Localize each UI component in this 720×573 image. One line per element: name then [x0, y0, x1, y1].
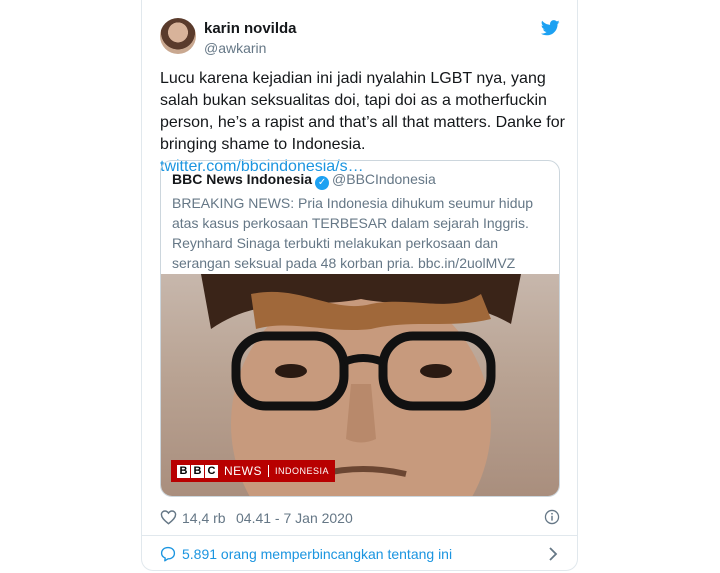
tweet-actions: 14,4 rb 04.41 - 7 Jan 2020 [160, 508, 560, 528]
quoted-media-image[interactable]: B B C NEWS INDONESIA [161, 274, 559, 496]
verified-badge-icon: ✓ [315, 176, 330, 190]
tweet-timestamp[interactable]: 04.41 - 7 Jan 2020 [236, 510, 353, 526]
quoted-text: BREAKING NEWS: Pria Indonesia dihukum se… [172, 195, 534, 271]
heart-icon[interactable] [160, 509, 177, 525]
author-handle[interactable]: @awkarin [204, 40, 266, 56]
speech-bubble-icon [160, 546, 176, 562]
bbc-news-label: NEWS [224, 464, 262, 478]
twitter-bird-icon[interactable] [541, 20, 560, 36]
bbc-letter: C [205, 464, 218, 478]
quoted-author-handle: @BBCIndonesia [332, 171, 436, 187]
banner-divider [268, 465, 269, 477]
like-count[interactable]: 14,4 rb [182, 510, 226, 526]
info-icon[interactable] [544, 509, 560, 525]
quoted-author-name: BBC News Indonesia [172, 171, 313, 187]
quoted-header: BBC News Indonesia ✓ @BBCIndonesia [172, 171, 436, 190]
avatar[interactable] [160, 18, 196, 54]
conversation-text[interactable]: 5.891 orang memperbincangkan tentang ini [182, 546, 452, 562]
divider [142, 535, 577, 536]
bbc-letter: B [177, 464, 190, 478]
author-name[interactable]: karin novilda [204, 20, 297, 37]
quoted-tweet[interactable]: BBC News Indonesia ✓ @BBCIndonesia BREAKIN… [160, 160, 560, 497]
tweet-card: karin novilda @awkarin Lucu karena kejad… [141, 0, 578, 571]
bbc-region-label: INDONESIA [275, 466, 330, 476]
bbc-letter: B [191, 464, 204, 478]
tweet-header: karin novilda @awkarin [160, 16, 560, 58]
chevron-right-icon[interactable] [548, 547, 558, 561]
tweet-body: Lucu karena kejadian ini jadi nyalahin L… [160, 70, 565, 153]
bbc-news-banner: B B C NEWS INDONESIA [171, 460, 336, 482]
conversation-link[interactable]: 5.891 orang memperbincangkan tentang ini [160, 544, 560, 564]
